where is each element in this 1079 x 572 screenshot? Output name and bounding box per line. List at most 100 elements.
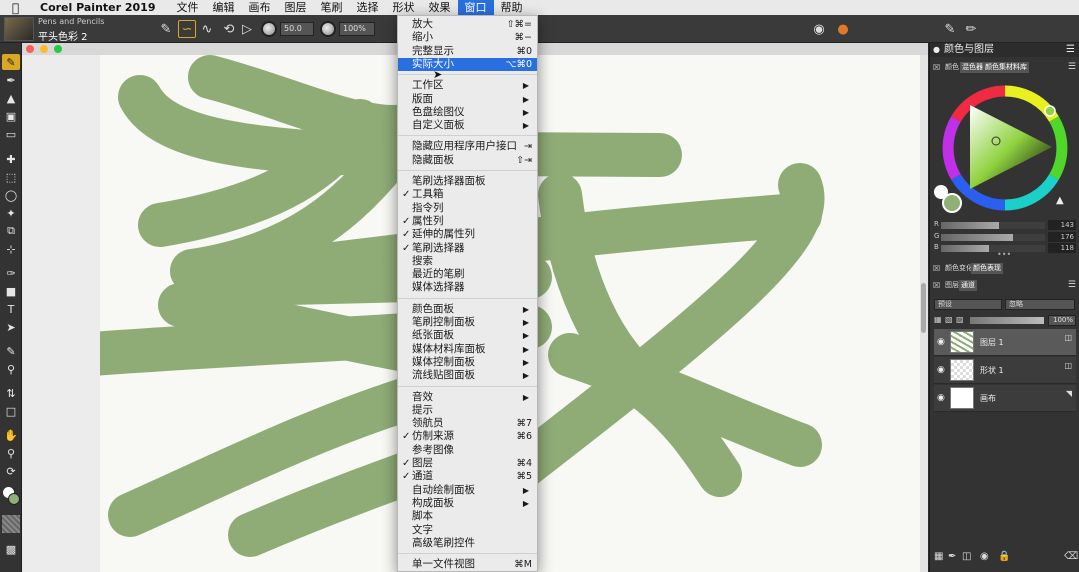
rubber-stamp-icon[interactable]: ⚲ xyxy=(2,361,20,377)
tab-color-sets[interactable]: 颜色集材料库 xyxy=(983,62,1029,73)
composite-depth-select[interactable]: 忽略 xyxy=(1005,299,1075,310)
menu-item[interactable]: 最近的笔刷 xyxy=(398,268,537,281)
menu-edit[interactable]: 编辑 xyxy=(206,0,242,15)
brush-selector-thumbnail[interactable] xyxy=(4,17,34,41)
close-tab-icon[interactable]: ☒ xyxy=(933,62,940,73)
cloner-tool-icon[interactable]: ✎ xyxy=(2,343,20,359)
layer-row[interactable]: ◉ 形状 1 ◫ xyxy=(934,357,1076,384)
menu-item[interactable]: 纸张面板 ▶ xyxy=(398,329,537,342)
menu-item[interactable]: 流线贴图面板 ▶ xyxy=(398,369,537,382)
menu-item[interactable]: 媒体选择器 xyxy=(398,281,537,294)
menu-item[interactable]: 完整显示 ⌘0 xyxy=(398,45,537,58)
straight-line-icon[interactable]: ∿ xyxy=(198,20,216,38)
opacity-value[interactable]: 100% xyxy=(1048,315,1076,326)
pen-tool-icon[interactable]: ✑ xyxy=(2,265,20,281)
eye-icon[interactable]: ◉ xyxy=(937,337,945,347)
menu-item[interactable]: 高级笔刷控件 xyxy=(398,537,537,550)
lock-icon[interactable]: 🔒 xyxy=(998,551,1010,562)
apple-icon[interactable]:  xyxy=(12,1,28,15)
shape-tool-icon[interactable]: ■ xyxy=(2,283,20,299)
lasso-tool-icon[interactable]: ◯ xyxy=(2,187,20,203)
trash-icon[interactable]: ⌫ xyxy=(1064,551,1078,562)
menu-item[interactable]: 版面 ▶ xyxy=(398,93,537,106)
paper-swatch-icon[interactable] xyxy=(2,515,20,533)
menu-item[interactable]: ✓ 工具箱 xyxy=(398,188,537,201)
lock-layer-icon[interactable]: ▨ xyxy=(956,315,964,324)
menu-item[interactable]: 音效 ▶ xyxy=(398,391,537,404)
screen-mode-icon[interactable]: ▩ xyxy=(2,541,20,557)
blue-value[interactable]: 118 xyxy=(1048,243,1076,253)
close-tab-icon[interactable]: ☒ xyxy=(933,263,940,274)
menu-item[interactable]: 文字 xyxy=(398,524,537,537)
menu-item[interactable]: 单一文件视图 ⌘M xyxy=(398,558,537,571)
menu-help[interactable]: 帮助 xyxy=(494,0,530,15)
menu-select[interactable]: 选择 xyxy=(350,0,386,15)
menu-item[interactable]: 指令列 xyxy=(398,202,537,215)
paint-bucket-icon[interactable]: ▲ xyxy=(2,90,20,106)
tab-color-expression[interactable]: 颜色表现 xyxy=(971,263,1003,274)
menu-canvas[interactable]: 画布 xyxy=(242,0,278,15)
tab-mixer[interactable]: 混色器 xyxy=(960,62,985,73)
new-layer-icon[interactable]: ◫ xyxy=(962,551,971,562)
canvas-vertical-scrollbar[interactable] xyxy=(920,55,928,572)
menu-item[interactable]: ✓ 图层 ⌘4 xyxy=(398,457,537,470)
dropper-tool-icon[interactable]: ✒ xyxy=(2,72,20,88)
more-dots-icon[interactable]: ••• xyxy=(997,250,1011,259)
menu-item[interactable]: 笔刷控制面板 ▶ xyxy=(398,316,537,329)
stroke-type-icon[interactable]: ▷ xyxy=(238,20,256,38)
color-swatch-icon[interactable] xyxy=(2,487,20,507)
close-icon[interactable] xyxy=(26,45,34,53)
menu-item[interactable]: 工作区 ▶ xyxy=(398,79,537,92)
menu-item[interactable]: 缩小 ⌘− xyxy=(398,31,537,44)
menu-item[interactable]: ✓ 属性列 xyxy=(398,215,537,228)
color-preview-icon[interactable]: ● xyxy=(834,20,852,38)
red-value[interactable]: 143 xyxy=(1048,220,1076,230)
menu-item[interactable]: 媒体材料库面板 ▶ xyxy=(398,343,537,356)
brush-tool-icon[interactable]: ✎ xyxy=(2,54,20,70)
opacity-slider[interactable] xyxy=(970,317,1044,324)
menu-item[interactable]: 构成面板 ▶ xyxy=(398,497,537,510)
freehand-stroke-icon[interactable]: ∽ xyxy=(178,20,196,38)
eraser-tool-icon[interactable]: ▭ xyxy=(2,126,20,142)
menu-layers[interactable]: 图层 xyxy=(278,0,314,15)
panel-menu-icon[interactable]: ☰ xyxy=(1066,44,1075,55)
tab-menu-icon[interactable]: ☰ xyxy=(1068,280,1076,291)
pick-up-color-icon[interactable]: ▧ xyxy=(945,315,953,324)
tab-color[interactable]: 颜色 xyxy=(943,62,961,73)
composite-method-select[interactable]: 预设 xyxy=(934,299,1002,310)
menu-effects[interactable]: 效果 xyxy=(422,0,458,15)
layer-row[interactable]: ◉ 图层 1 ◫ xyxy=(934,329,1076,356)
menu-item[interactable]: 隐藏面板 ⇧⇥ xyxy=(398,154,537,167)
menu-item[interactable]: 隐藏应用程序用户接口 ⇥ xyxy=(398,140,537,153)
menu-item[interactable]: ✓ 仿制来源 ⌘6 xyxy=(398,430,537,443)
menu-item[interactable]: 脚本 xyxy=(398,510,537,523)
grabber-tool-icon[interactable]: ✋ xyxy=(2,427,20,443)
dab-preview-icon[interactable]: ◉ xyxy=(810,20,828,38)
tab-channels[interactable]: 通道 xyxy=(959,280,977,291)
scrollbar-thumb[interactable] xyxy=(921,283,926,333)
red-channel-slider[interactable]: R 143 xyxy=(934,220,1076,230)
rectangle-select-icon[interactable]: ⬚ xyxy=(2,169,20,185)
rotate-page-icon[interactable]: ⟳ xyxy=(2,463,20,479)
eye-icon[interactable]: ◉ xyxy=(937,365,945,375)
menu-item[interactable]: ✓ 笔刷选择器 xyxy=(398,242,537,255)
magnifier-tool-icon[interactable]: ⚲ xyxy=(2,445,20,461)
eye-icon[interactable]: ◉ xyxy=(937,393,945,403)
menu-item[interactable]: 放大 ⇧⌘= xyxy=(398,18,537,31)
menu-shapes[interactable]: 形状 xyxy=(386,0,422,15)
opacity-field[interactable]: 100% xyxy=(339,22,375,36)
preserve-transparency-icon[interactable]: ▦ xyxy=(934,315,942,324)
magic-wand-icon[interactable]: ✦ xyxy=(2,205,20,221)
menu-item[interactable]: 媒体控制面板 ▶ xyxy=(398,356,537,369)
panel-collapse-icon[interactable]: ● xyxy=(933,45,940,54)
menu-brushes[interactable]: 笔刷 xyxy=(314,0,350,15)
color-wheel[interactable] xyxy=(940,83,1070,213)
menu-item[interactable]: ✓ 通道 ⌘5 xyxy=(398,470,537,483)
layer-adjuster-icon[interactable]: ✚ xyxy=(2,151,20,167)
layer-commands-icon[interactable]: ▦ xyxy=(934,551,943,562)
color-options-icon[interactable]: ▲ xyxy=(1056,195,1064,206)
close-tab-icon[interactable]: ☒ xyxy=(933,280,940,291)
zoom-icon[interactable] xyxy=(54,45,62,53)
green-value[interactable]: 176 xyxy=(1048,232,1076,242)
reset-tool-icon[interactable]: ⟲ xyxy=(220,20,238,38)
